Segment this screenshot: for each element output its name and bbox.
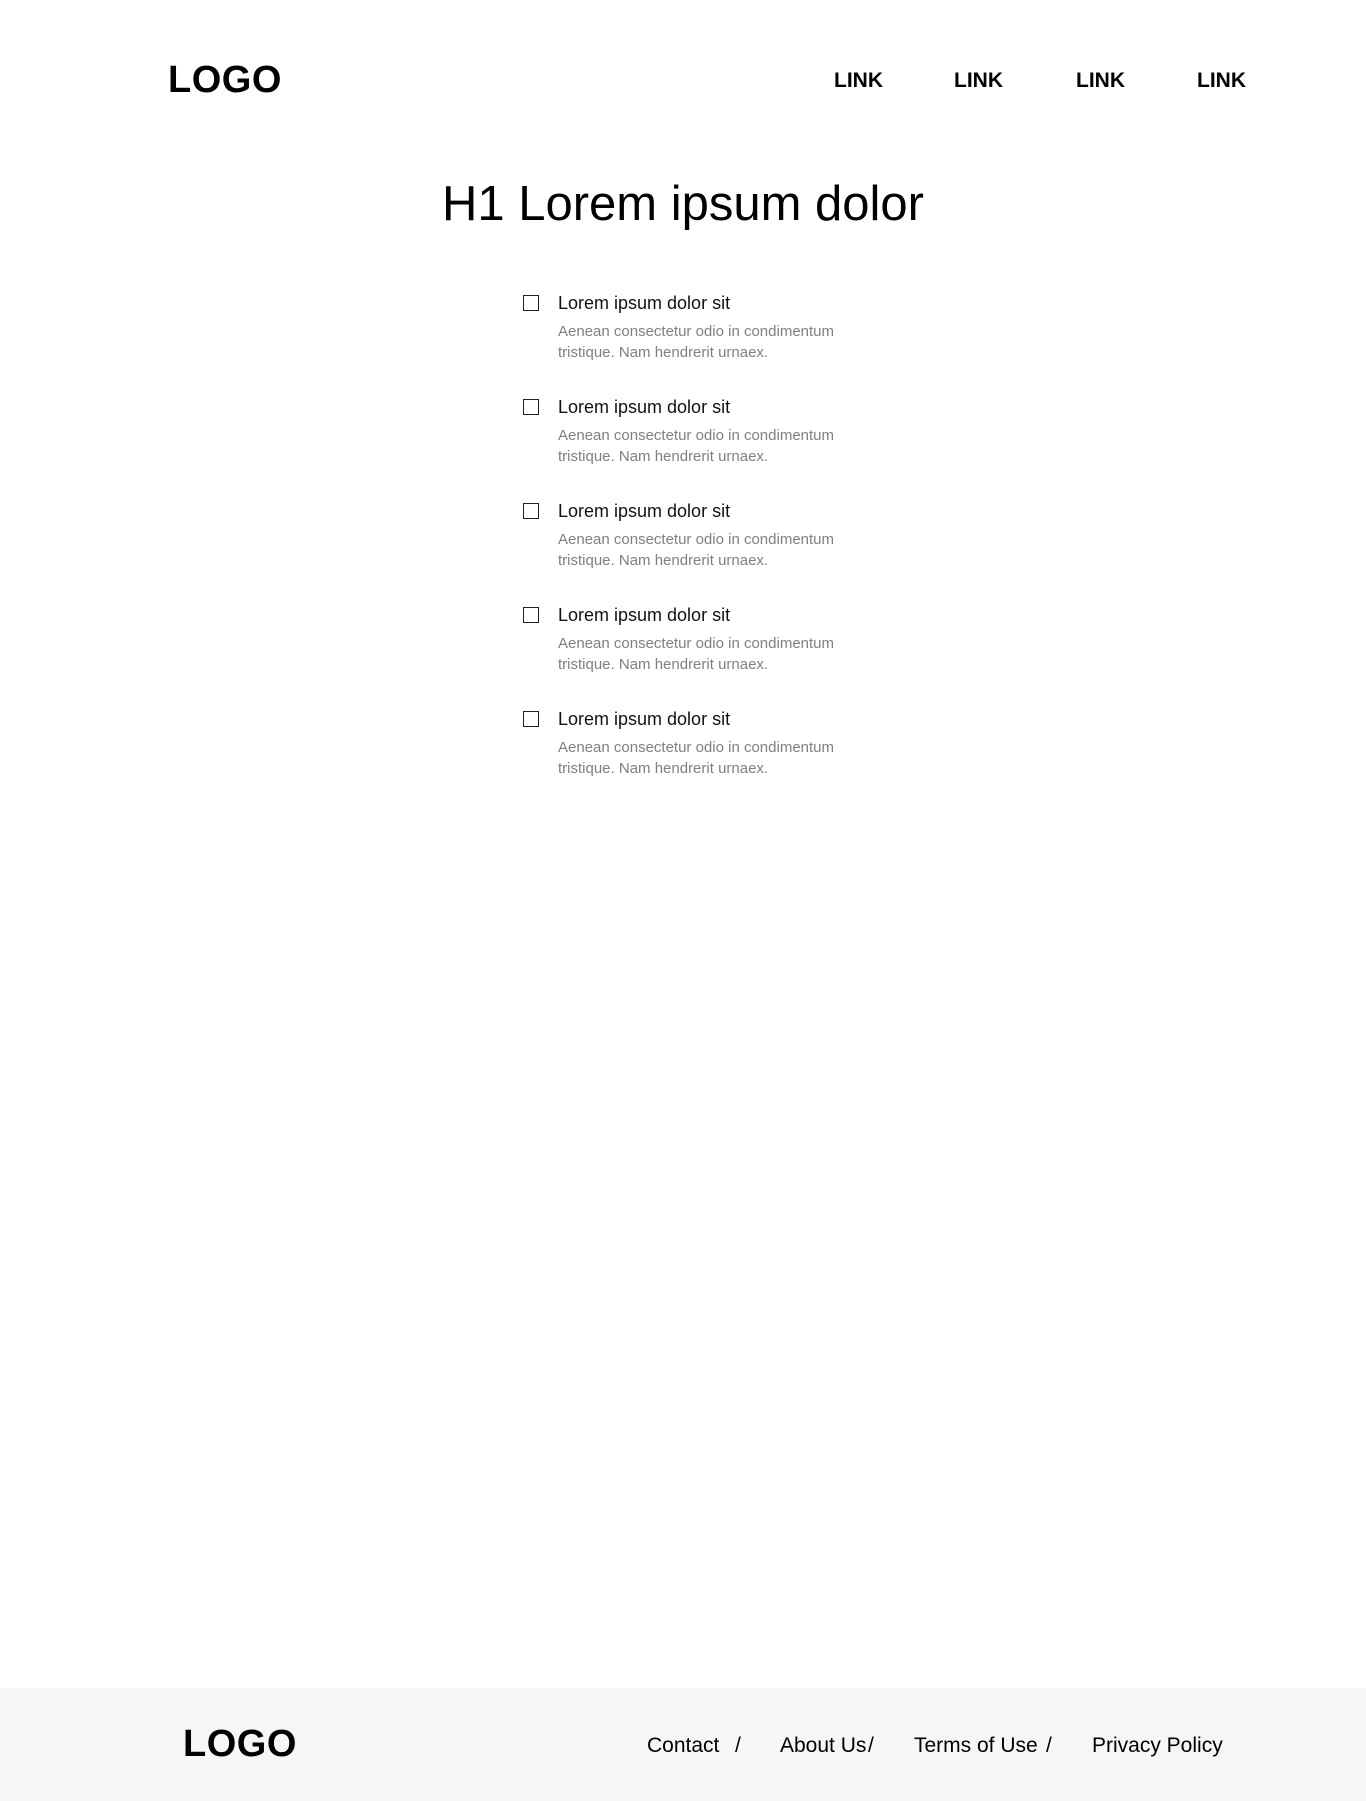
nav-link-2[interactable]: LINK (954, 68, 1003, 94)
nav-link-1[interactable]: LINK (834, 68, 883, 94)
checklist-item-title: Lorem ipsum dolor sit (558, 709, 731, 729)
checklist-item: Lorem ipsum dolor sit Aenean consectetur… (523, 604, 923, 708)
footer-logo[interactable]: LOGO (183, 1720, 297, 1768)
checkbox[interactable] (523, 607, 539, 623)
nav-link-3[interactable]: LINK (1076, 68, 1125, 94)
footer-link-contact[interactable]: Contact (647, 1733, 719, 1759)
page: LOGO LINK LINK LINK LINK H1 Lorem ipsum … (0, 0, 1366, 1801)
checklist-item-title: Lorem ipsum dolor sit (558, 397, 731, 417)
checklist-item: Lorem ipsum dolor sit Aenean consectetur… (523, 708, 923, 812)
checkbox[interactable] (523, 711, 539, 727)
footer-separator: / (868, 1734, 874, 1757)
footer-link-privacy-policy[interactable]: Privacy Policy (1092, 1733, 1223, 1759)
checkbox[interactable] (523, 295, 539, 311)
checkbox[interactable] (523, 399, 539, 415)
checklist-item-title: Lorem ipsum dolor sit (558, 501, 731, 521)
checklist-item-description: Aenean consectetur odio in condimentum t… (558, 531, 835, 569)
footer-separator: / (1046, 1734, 1052, 1757)
checklist-item: Lorem ipsum dolor sit Aenean consectetur… (523, 292, 923, 396)
checklist-item-description: Aenean consectetur odio in condimentum t… (558, 323, 835, 361)
page-title: H1 Lorem ipsum dolor (441, 177, 925, 231)
checklist: Lorem ipsum dolor sit Aenean consectetur… (523, 292, 923, 812)
nav-link-4[interactable]: LINK (1197, 68, 1246, 94)
checklist-item-description: Aenean consectetur odio in condimentum t… (558, 427, 835, 465)
footer-link-about-us[interactable]: About Us (780, 1733, 866, 1759)
header-logo[interactable]: LOGO (168, 56, 282, 104)
checklist-item-title: Lorem ipsum dolor sit (558, 605, 731, 625)
site-footer: LOGO Contact / About Us / Terms of Use /… (0, 1688, 1366, 1801)
checklist-item-title: Lorem ipsum dolor sit (558, 293, 731, 313)
footer-separator: / (735, 1734, 741, 1757)
footer-link-terms-of-use[interactable]: Terms of Use (914, 1733, 1038, 1759)
checkbox[interactable] (523, 503, 539, 519)
checklist-item: Lorem ipsum dolor sit Aenean consectetur… (523, 500, 923, 604)
checklist-item: Lorem ipsum dolor sit Aenean consectetur… (523, 396, 923, 500)
checklist-item-description: Aenean consectetur odio in condimentum t… (558, 739, 835, 777)
checklist-item-description: Aenean consectetur odio in condimentum t… (558, 635, 835, 673)
